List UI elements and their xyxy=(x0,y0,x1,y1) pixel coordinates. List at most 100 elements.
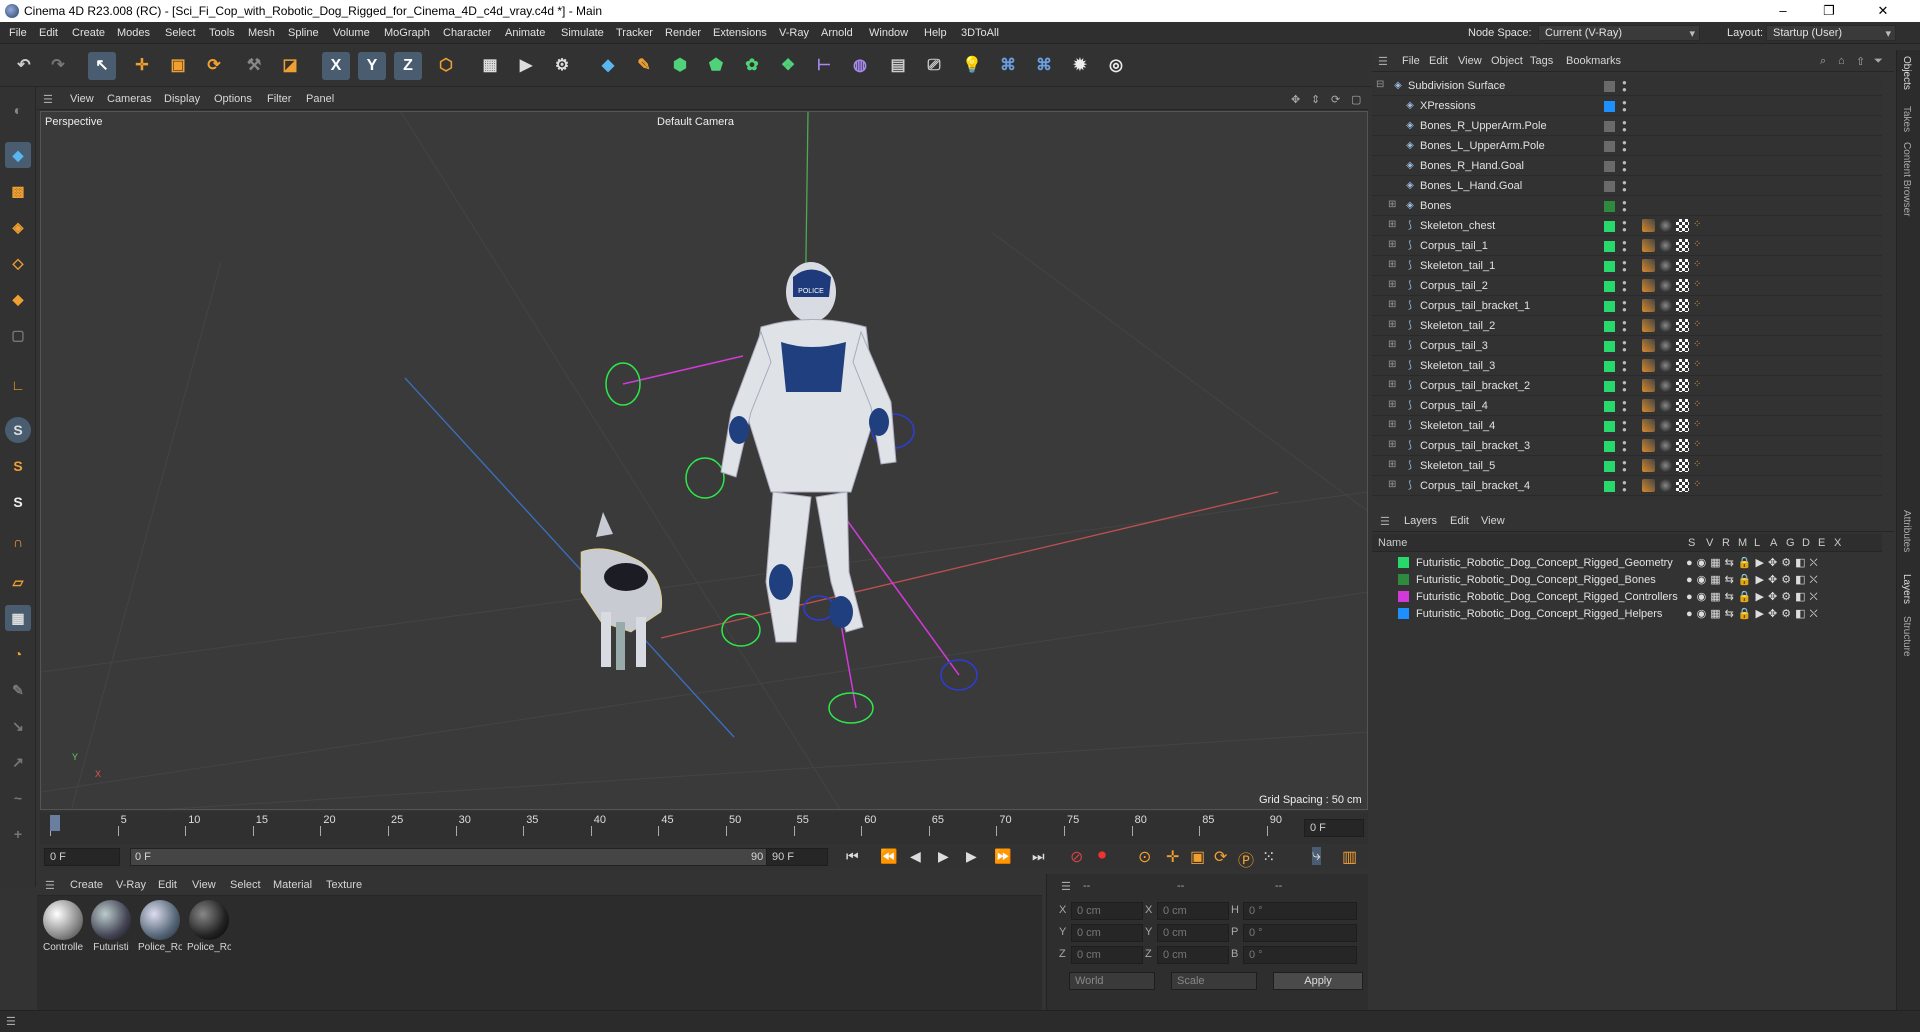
ik-tag-icon[interactable] xyxy=(1642,319,1655,332)
weight-tag-icon[interactable]: ⁘ xyxy=(1693,299,1706,312)
viewport-menu-options[interactable]: Options xyxy=(214,93,252,105)
weight-tag-icon[interactable]: ⁘ xyxy=(1693,479,1706,492)
menu-mograph[interactable]: MoGraph xyxy=(384,27,430,39)
layer-menu-edit[interactable]: Edit xyxy=(1450,515,1469,527)
magnet-icon[interactable]: ∩ xyxy=(5,529,31,555)
menu-simulate[interactable]: Simulate xyxy=(561,27,604,39)
menu-extensions[interactable]: Extensions xyxy=(713,27,767,39)
menu-tracker[interactable]: Tracker xyxy=(616,27,653,39)
object-row[interactable]: ⊞ ⟆ Skeleton_tail_4 ● ● ⁘ xyxy=(1372,416,1882,436)
playhead[interactable] xyxy=(50,815,60,831)
expand-toggle-icon[interactable]: ⊞ xyxy=(1388,439,1396,450)
camera-label[interactable]: Default Camera xyxy=(657,116,734,128)
texture-tag-icon[interactable] xyxy=(1676,339,1689,352)
texture-tag-icon[interactable] xyxy=(1676,419,1689,432)
layer-column-r[interactable]: R xyxy=(1722,537,1730,549)
weight-tag-icon[interactable]: ⁘ xyxy=(1693,419,1706,432)
python-icon[interactable]: ⌘ xyxy=(994,52,1022,80)
object-menu-object[interactable]: Object xyxy=(1491,55,1523,67)
render-view-icon[interactable]: ▶ xyxy=(512,52,540,80)
vray-settings-icon[interactable]: ✹ xyxy=(1066,52,1094,80)
object-row[interactable]: ⊞ ⟆ Corpus_tail_bracket_3 ● ● ⁘ xyxy=(1372,436,1882,456)
visibility-dots[interactable]: ● ● xyxy=(1622,459,1627,474)
menu-spline[interactable]: Spline xyxy=(288,27,319,39)
sculpt-pull-icon[interactable]: ↘ xyxy=(5,713,31,739)
material-menu-vray[interactable]: V-Ray xyxy=(116,879,146,891)
layer-menu-view[interactable]: View xyxy=(1481,515,1505,527)
expand-toggle-icon[interactable]: ⊞ xyxy=(1388,279,1396,290)
status-hamburger-icon[interactable]: ☰ xyxy=(6,1015,16,1028)
visibility-dots[interactable]: ● ● xyxy=(1622,379,1627,394)
ik-tag-icon[interactable] xyxy=(1642,479,1655,492)
object-row[interactable]: ⊞ ⟆ Skeleton_tail_3 ● ● ⁘ xyxy=(1372,356,1882,376)
locked-workplane-icon[interactable]: ◔ xyxy=(5,641,31,667)
visibility-dots[interactable]: ● ● xyxy=(1622,99,1627,114)
layer-color-swatch[interactable] xyxy=(1604,361,1615,372)
layer-color-swatch[interactable] xyxy=(1604,261,1615,272)
layer-column-s[interactable]: S xyxy=(1688,537,1695,549)
next-key-icon[interactable]: ⏩ xyxy=(994,848,1011,865)
menu-animate[interactable]: Animate xyxy=(505,27,545,39)
key-pla-icon[interactable]: ⁙ xyxy=(1262,847,1275,867)
edges-mode-icon[interactable]: ◇ xyxy=(5,250,31,276)
start-frame-field[interactable]: 0 F xyxy=(44,848,120,866)
hand-goal-controller-right[interactable] xyxy=(685,457,725,499)
expand-toggle-icon[interactable]: ⊞ xyxy=(1388,359,1396,370)
layer-toggle-icons[interactable]: ●◉▦⇆🔒▶✥⚙◧⛌ xyxy=(1686,607,1822,621)
layer-color-swatch[interactable] xyxy=(1604,221,1615,232)
y-axis-lock-button[interactable]: Y xyxy=(358,52,386,80)
object-home-icon[interactable]: ⌂ xyxy=(1838,55,1845,67)
menu-edit[interactable]: Edit xyxy=(39,27,58,39)
expand-toggle-icon[interactable]: ⊞ xyxy=(1388,319,1396,330)
object-row[interactable]: ◈ Bones_L_UpperArm.Pole ● ● xyxy=(1372,136,1882,156)
workplane-icon[interactable]: ▱ xyxy=(5,569,31,595)
material-tag-icon[interactable] xyxy=(1659,479,1672,492)
floor-icon[interactable]: ▤ xyxy=(884,52,912,80)
ik-tag-icon[interactable] xyxy=(1642,399,1655,412)
tab-layers[interactable]: Layers xyxy=(1901,574,1912,604)
tab-content-browser[interactable]: Content Browser xyxy=(1901,142,1912,216)
menu-volume[interactable]: Volume xyxy=(333,27,370,39)
weight-tag-icon[interactable]: ⁘ xyxy=(1693,379,1706,392)
grid-workplane-icon[interactable]: ▦ xyxy=(5,605,31,631)
material-tag-icon[interactable] xyxy=(1659,239,1672,252)
object-row[interactable]: ⊞ ⟆ Corpus_tail_bracket_1 ● ● ⁘ xyxy=(1372,296,1882,316)
coord-value-field[interactable]: 0 ° xyxy=(1243,946,1357,964)
expand-toggle-icon[interactable]: ⊞ xyxy=(1388,239,1396,250)
layout-dropdown[interactable]: Startup (User) xyxy=(1766,25,1896,41)
key-rotation-icon[interactable]: ⟳ xyxy=(1214,847,1227,867)
layer-color-swatch[interactable] xyxy=(1398,574,1409,585)
object-menu-view[interactable]: View xyxy=(1458,55,1482,67)
texture-tag-icon[interactable] xyxy=(1676,379,1689,392)
weight-tag-icon[interactable]: ⁘ xyxy=(1693,339,1706,352)
sculpt-add-icon[interactable]: + xyxy=(5,821,31,847)
object-menu-file[interactable]: File xyxy=(1402,55,1420,67)
weight-tag-icon[interactable]: ⁘ xyxy=(1693,319,1706,332)
material-tag-icon[interactable] xyxy=(1659,459,1672,472)
visibility-dots[interactable]: ● ● xyxy=(1622,159,1627,174)
visibility-dots[interactable]: ● ● xyxy=(1622,239,1627,254)
menu-file[interactable]: File xyxy=(9,27,27,39)
sculpt-smooth-icon[interactable]: ~ xyxy=(5,785,31,811)
object-menu-bookmarks[interactable]: Bookmarks xyxy=(1566,55,1621,67)
object-row[interactable]: ⊞ ⟆ Corpus_tail_bracket_2 ● ● ⁘ xyxy=(1372,376,1882,396)
maximize-button[interactable]: ❐ xyxy=(1806,0,1852,22)
object-row[interactable]: ⊞ ⟆ Skeleton_tail_1 ● ● ⁘ xyxy=(1372,256,1882,276)
viewport-move-icon[interactable]: ✥ xyxy=(1291,93,1300,106)
visibility-dots[interactable]: ● ● xyxy=(1622,419,1627,434)
material-menu-select[interactable]: Select xyxy=(230,879,261,891)
menu-render[interactable]: Render xyxy=(665,27,701,39)
coordinates-hamburger-icon[interactable]: ☰ xyxy=(1061,880,1071,893)
ik-tag-icon[interactable] xyxy=(1642,219,1655,232)
visibility-dots[interactable]: ● ● xyxy=(1622,259,1627,274)
coord-value-field[interactable]: 0 ° xyxy=(1243,902,1357,920)
layer-row[interactable]: Futuristic_Robotic_Dog_Concept_Rigged_Ge… xyxy=(1372,554,1882,571)
object-menu-tags[interactable]: Tags xyxy=(1530,55,1553,67)
expand-toggle-icon[interactable]: ⊞ xyxy=(1388,299,1396,310)
go-to-start-icon[interactable]: ⏮ xyxy=(846,848,859,865)
snap-icon[interactable]: S xyxy=(5,417,31,443)
texture-tag-icon[interactable] xyxy=(1676,279,1689,292)
visibility-dots[interactable]: ● ● xyxy=(1622,179,1627,194)
expand-toggle-icon[interactable]: ⊞ xyxy=(1388,399,1396,410)
object-row[interactable]: ◈ XPressions ● ● xyxy=(1372,96,1882,116)
